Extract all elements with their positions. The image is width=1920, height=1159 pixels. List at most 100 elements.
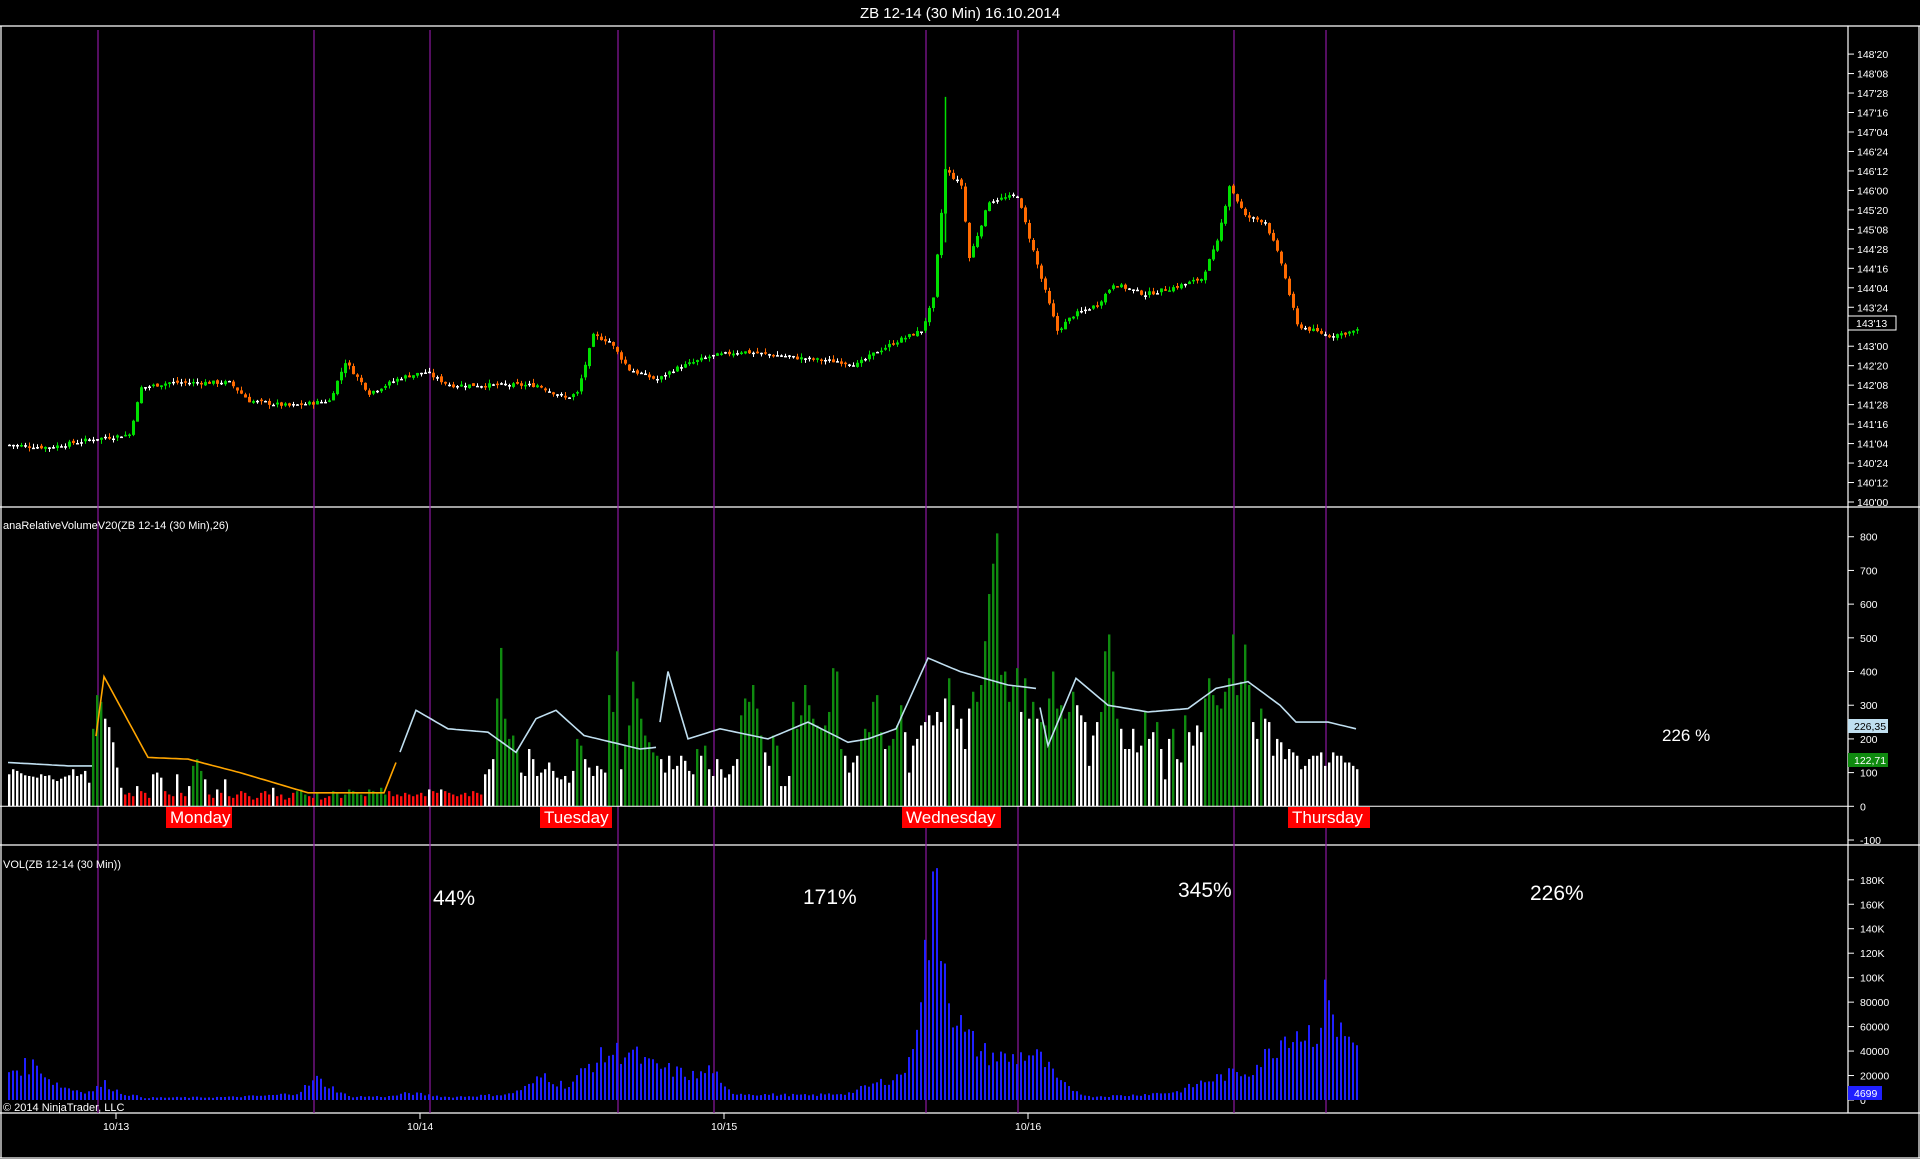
volume-bar — [504, 1094, 506, 1100]
day-badge-wednesday: Wednesday — [902, 807, 1001, 828]
relvol-bar — [360, 794, 363, 807]
candle-body — [388, 381, 391, 386]
relvol-bar — [1132, 728, 1135, 807]
candle-body — [320, 401, 323, 404]
day-label-wednesday: Wednesday — [906, 808, 996, 827]
relvol-bar — [744, 698, 747, 807]
volume-bar — [1028, 1055, 1030, 1100]
candle-body — [1228, 186, 1231, 207]
volume-bar — [424, 1095, 426, 1100]
relvol-bar — [1248, 685, 1251, 807]
relvol-bar — [644, 735, 647, 807]
relvol-bar — [992, 563, 995, 807]
relvol-bar — [844, 755, 847, 807]
day-label-tuesday: Tuesday — [544, 808, 609, 827]
volume-bar — [244, 1096, 246, 1100]
relvol-bar — [1076, 705, 1079, 807]
candle-body — [428, 371, 431, 374]
volume-bar — [28, 1074, 30, 1100]
volume-bar — [768, 1094, 770, 1100]
relvol-bar — [1216, 705, 1219, 807]
relvol-bar — [1008, 701, 1011, 807]
relvol-bar — [716, 759, 719, 807]
price-tick-label: 141'28 — [1857, 400, 1888, 412]
relvol-bar — [1060, 705, 1063, 807]
volume-bar — [1200, 1080, 1202, 1100]
candle-body — [488, 383, 491, 388]
candle-body — [496, 383, 499, 386]
volume-bar — [1300, 1041, 1302, 1100]
volume-bar — [1052, 1068, 1054, 1100]
relvol-bar — [736, 759, 739, 807]
chart-canvas[interactable]: 140'00 140'12 140'24 141'04 141'16 141'28 142'… — [0, 0, 1920, 1159]
volume-bar — [1004, 1053, 1006, 1100]
relvol-bar — [260, 792, 263, 807]
relvol-bar — [980, 685, 983, 807]
relvol-bar — [172, 796, 175, 807]
volume-bar — [204, 1097, 206, 1100]
volume-tick-label: 80000 — [1860, 997, 1889, 1009]
relvol-bar — [1196, 725, 1199, 807]
volume-bar — [1248, 1076, 1250, 1100]
relvol-bar — [200, 770, 203, 807]
candle-body — [1064, 321, 1067, 330]
volume-bar — [868, 1086, 870, 1100]
relvol-bar — [216, 789, 219, 807]
candle-body — [452, 384, 455, 388]
volume-bar — [544, 1073, 546, 1100]
candle-body — [200, 382, 203, 385]
volume-bar — [168, 1097, 170, 1100]
volume-bar — [508, 1093, 510, 1100]
volume-bar — [660, 1068, 662, 1100]
volume-bar — [1228, 1068, 1230, 1100]
volume-bar — [1304, 1040, 1306, 1100]
relvol-bar — [212, 797, 215, 807]
candle-body — [424, 372, 427, 374]
relvol-bar — [656, 755, 659, 807]
relvol-bar — [1160, 749, 1163, 807]
candle-body — [1104, 293, 1107, 303]
candle-body — [416, 372, 419, 376]
candle-body — [472, 383, 475, 387]
candle-body — [444, 381, 447, 384]
relvol-tick-label: 0 — [1860, 801, 1866, 813]
relvol-bar — [692, 774, 695, 807]
volume-bar — [132, 1094, 134, 1100]
relvol-bar — [1020, 711, 1023, 807]
price-tick-label: 147'16 — [1857, 108, 1888, 120]
relvol-bar — [548, 762, 551, 807]
candle-body — [672, 371, 675, 374]
volume-bar — [492, 1096, 494, 1100]
candle-body — [868, 354, 871, 360]
volume-bar — [1036, 1049, 1038, 1100]
relvol-bar — [1016, 668, 1019, 807]
candle-body — [700, 357, 703, 361]
volume-bar — [1320, 1027, 1322, 1100]
volume-bar — [516, 1090, 518, 1100]
candle-body — [420, 372, 423, 375]
candle-body — [1292, 293, 1295, 308]
candle-body — [1204, 271, 1207, 281]
relvol-bar — [320, 799, 323, 807]
volume-bar — [1064, 1082, 1066, 1100]
candle-body — [236, 387, 239, 391]
candle-body — [896, 342, 899, 345]
candle-body — [1032, 239, 1035, 251]
relvol-bar — [1100, 711, 1103, 807]
relvol-bar — [632, 681, 635, 807]
volume-bar — [928, 960, 930, 1100]
relvol-bar — [428, 789, 431, 807]
relvol-bar — [1000, 674, 1003, 807]
relvol-bar — [828, 711, 831, 807]
volume-bar — [472, 1096, 474, 1100]
relvol-bar — [124, 794, 127, 807]
relvol-bar — [564, 775, 567, 807]
volume-bar — [676, 1066, 678, 1100]
volume-bar — [1324, 979, 1326, 1100]
relvol-bar — [936, 711, 939, 807]
volume-bar — [916, 1029, 918, 1100]
volume-bar — [1048, 1061, 1050, 1100]
relvol-bar — [456, 796, 459, 807]
volume-bar — [852, 1092, 854, 1100]
candle-body — [828, 359, 831, 361]
